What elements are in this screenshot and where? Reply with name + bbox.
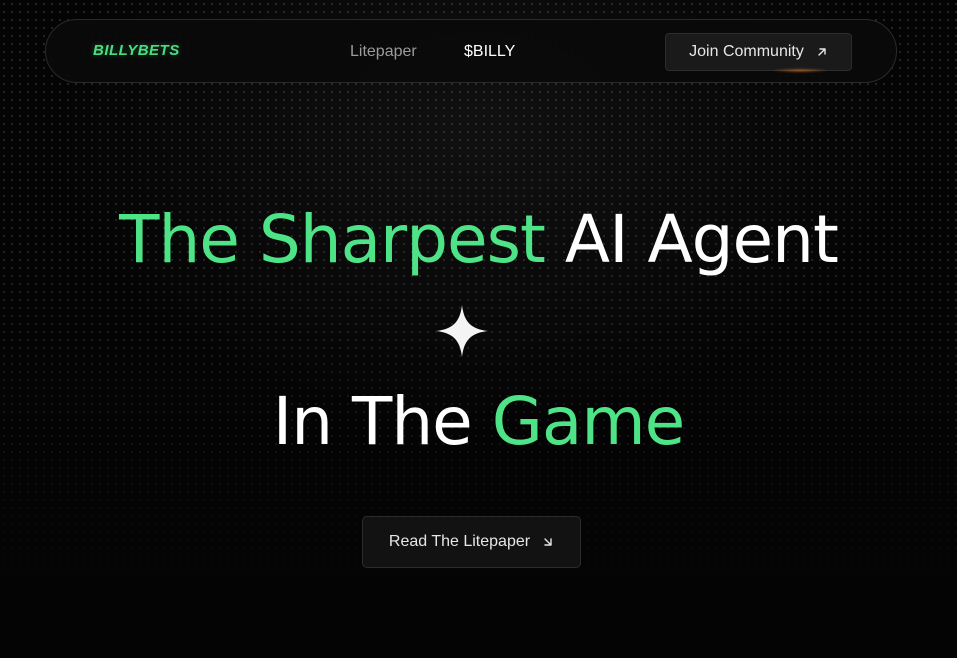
read-litepaper-button[interactable]: Read The Litepaper (362, 516, 581, 568)
arrow-down-right-icon (544, 538, 552, 546)
hero-text-ai-agent: AI Agent (564, 201, 839, 278)
hero-text-in-the: In The (272, 383, 473, 460)
join-community-label: Join Community (689, 43, 804, 60)
sparkle-icon (436, 305, 488, 357)
arrow-up-right-icon (818, 48, 826, 56)
join-community-button[interactable]: Join Community (665, 33, 852, 72)
top-navbar: BILLYBETS Litepaper $BILLY Join Communit… (45, 19, 897, 83)
nav-link-billy-token[interactable]: $BILLY (464, 42, 515, 62)
billybets-logo[interactable]: BILLYBETS (93, 42, 180, 59)
nav-link-litepaper[interactable]: Litepaper (350, 42, 417, 62)
hero-headline-line-2: In The Game (0, 382, 957, 462)
landing-page: BILLYBETS Litepaper $BILLY Join Communit… (0, 0, 957, 658)
hero-headline-line-1: The Sharpest AI Agent (0, 200, 957, 280)
hero-highlight-sharpest: The Sharpest (119, 201, 546, 278)
button-glow-accent (770, 69, 830, 72)
hero-highlight-game: Game (491, 383, 685, 460)
read-litepaper-label: Read The Litepaper (388, 533, 531, 550)
